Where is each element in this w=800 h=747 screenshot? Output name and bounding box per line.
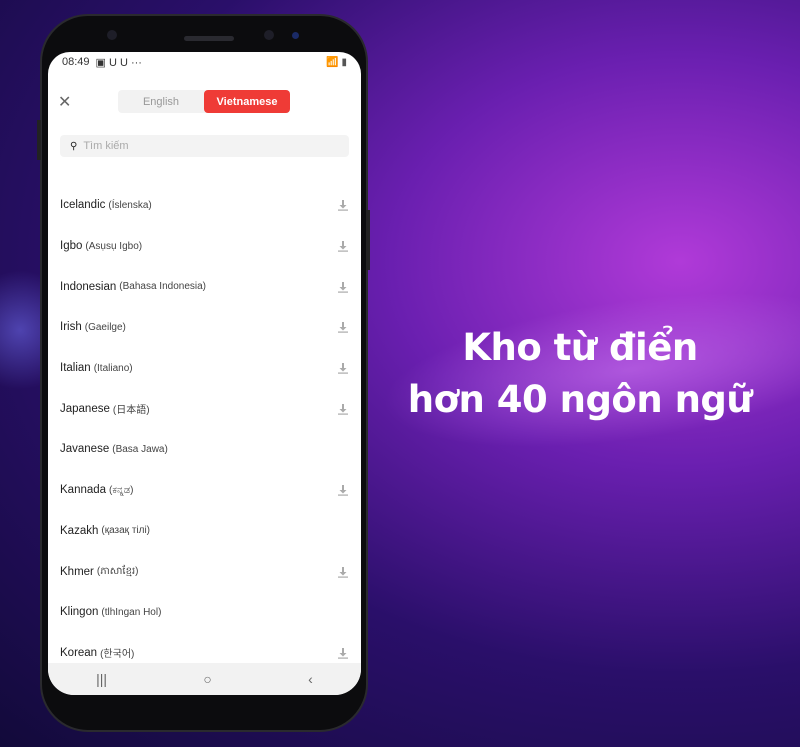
list-item[interactable]: Icelandic (Íslenska) [48, 185, 361, 226]
language-name: Indonesian [60, 280, 117, 293]
list-item[interactable]: Klingon (tlhIngan Hol) [48, 592, 361, 633]
language-name: Klingon [60, 606, 99, 619]
volume-button [37, 120, 41, 160]
tab-vietnamese[interactable]: Vietnamese [204, 90, 290, 113]
language-name: Japanese [60, 402, 110, 415]
language-name: Igbo [60, 240, 83, 253]
headline-line-1: Kho từ điển [462, 326, 698, 369]
language-native-name: (한국어) [100, 649, 135, 661]
language-native-name: (Bahasa Indonesia) [119, 281, 207, 293]
download-icon[interactable] [337, 199, 349, 212]
download-icon[interactable] [337, 240, 349, 252]
language-name: Irish [60, 321, 82, 334]
language-native-name: (Basa Jawa) [112, 443, 168, 455]
language-native-name: (Íslenska) [108, 199, 152, 211]
language-name: Korean [60, 646, 98, 659]
search-icon: ⚲ [70, 140, 78, 152]
language-native-name: (Italiano) [93, 362, 133, 374]
language-native-name: (ಕನ್ನಡ) [109, 484, 134, 496]
list-item[interactable]: Irish (Gaeilge) [48, 307, 361, 348]
tab-english[interactable]: English [118, 90, 204, 113]
signal-battery-icon: 📶 ▮ [326, 56, 347, 68]
language-name: Italian [60, 362, 91, 375]
search-placeholder: Tìm kiếm [83, 140, 129, 152]
headline-line-2: hơn 40 ngôn ngữ [407, 378, 753, 421]
speaker [184, 36, 234, 41]
download-icon[interactable] [337, 484, 349, 496]
headline: Kho từ điển hơn 40 ngôn ngữ [390, 322, 770, 426]
status-time: 08:49 [62, 56, 90, 68]
language-name: Javanese [60, 443, 110, 456]
search-input[interactable]: ⚲ Tìm kiếm [60, 135, 349, 157]
language-toggle: English Vietnamese [118, 90, 290, 113]
language-native-name: (Gaeilge) [84, 321, 126, 333]
language-native-name: (қазақ тілі) [101, 525, 151, 537]
language-native-name: (ភាសាខ្មែរ) [96, 566, 139, 578]
language-native-name: (tlhIngan Hol) [101, 606, 162, 618]
download-icon[interactable] [337, 566, 349, 578]
download-icon[interactable] [337, 403, 349, 415]
power-button [366, 210, 370, 270]
back-icon[interactable]: ‹ [308, 671, 313, 687]
download-icon[interactable] [337, 362, 349, 374]
list-item[interactable]: Japanese (日本語) [48, 388, 361, 429]
language-native-name: (Asụsụ Igbo) [85, 240, 143, 252]
list-item[interactable]: Kazakh (қазақ тілі) [48, 511, 361, 552]
language-name: Icelandic [60, 199, 106, 212]
list-item[interactable]: Italian (Italiano) [48, 348, 361, 389]
recent-apps-icon[interactable]: ||| [96, 671, 107, 687]
list-item[interactable]: Igbo (Asụsụ Igbo) [48, 226, 361, 267]
list-item[interactable]: Kannada (ಕನ್ನಡ) [48, 470, 361, 511]
sensor-icon [292, 32, 299, 39]
camera-icon [107, 30, 117, 40]
navigation-bar: ||| ○ ‹ [48, 663, 361, 695]
screen: 08:49 ▣ U U ··· 📶 ▮ ✕ English Vietnamese… [48, 52, 361, 695]
language-list[interactable]: Icelandic (Íslenska) Igbo (Asụsụ Igbo) Indon… [48, 185, 361, 673]
home-icon[interactable]: ○ [203, 671, 211, 687]
close-icon[interactable]: ✕ [58, 92, 71, 112]
list-item[interactable]: Indonesian (Bahasa Indonesia) [48, 266, 361, 307]
download-icon[interactable] [337, 647, 349, 659]
camera-icon [264, 30, 274, 40]
download-icon[interactable] [337, 321, 349, 334]
language-name: Khmer [60, 565, 94, 578]
list-item[interactable]: Javanese (Basa Jawa) [48, 429, 361, 470]
notification-icons: ▣ U U ··· [95, 56, 142, 69]
list-item[interactable]: Khmer (ភាសាខ្មែរ) [48, 551, 361, 592]
language-native-name: (日本語) [112, 405, 150, 417]
language-name: Kannada [60, 484, 107, 497]
download-icon[interactable] [337, 281, 349, 293]
status-bar: 08:49 ▣ U U ··· 📶 ▮ [48, 52, 361, 72]
language-name: Kazakh [60, 524, 99, 537]
